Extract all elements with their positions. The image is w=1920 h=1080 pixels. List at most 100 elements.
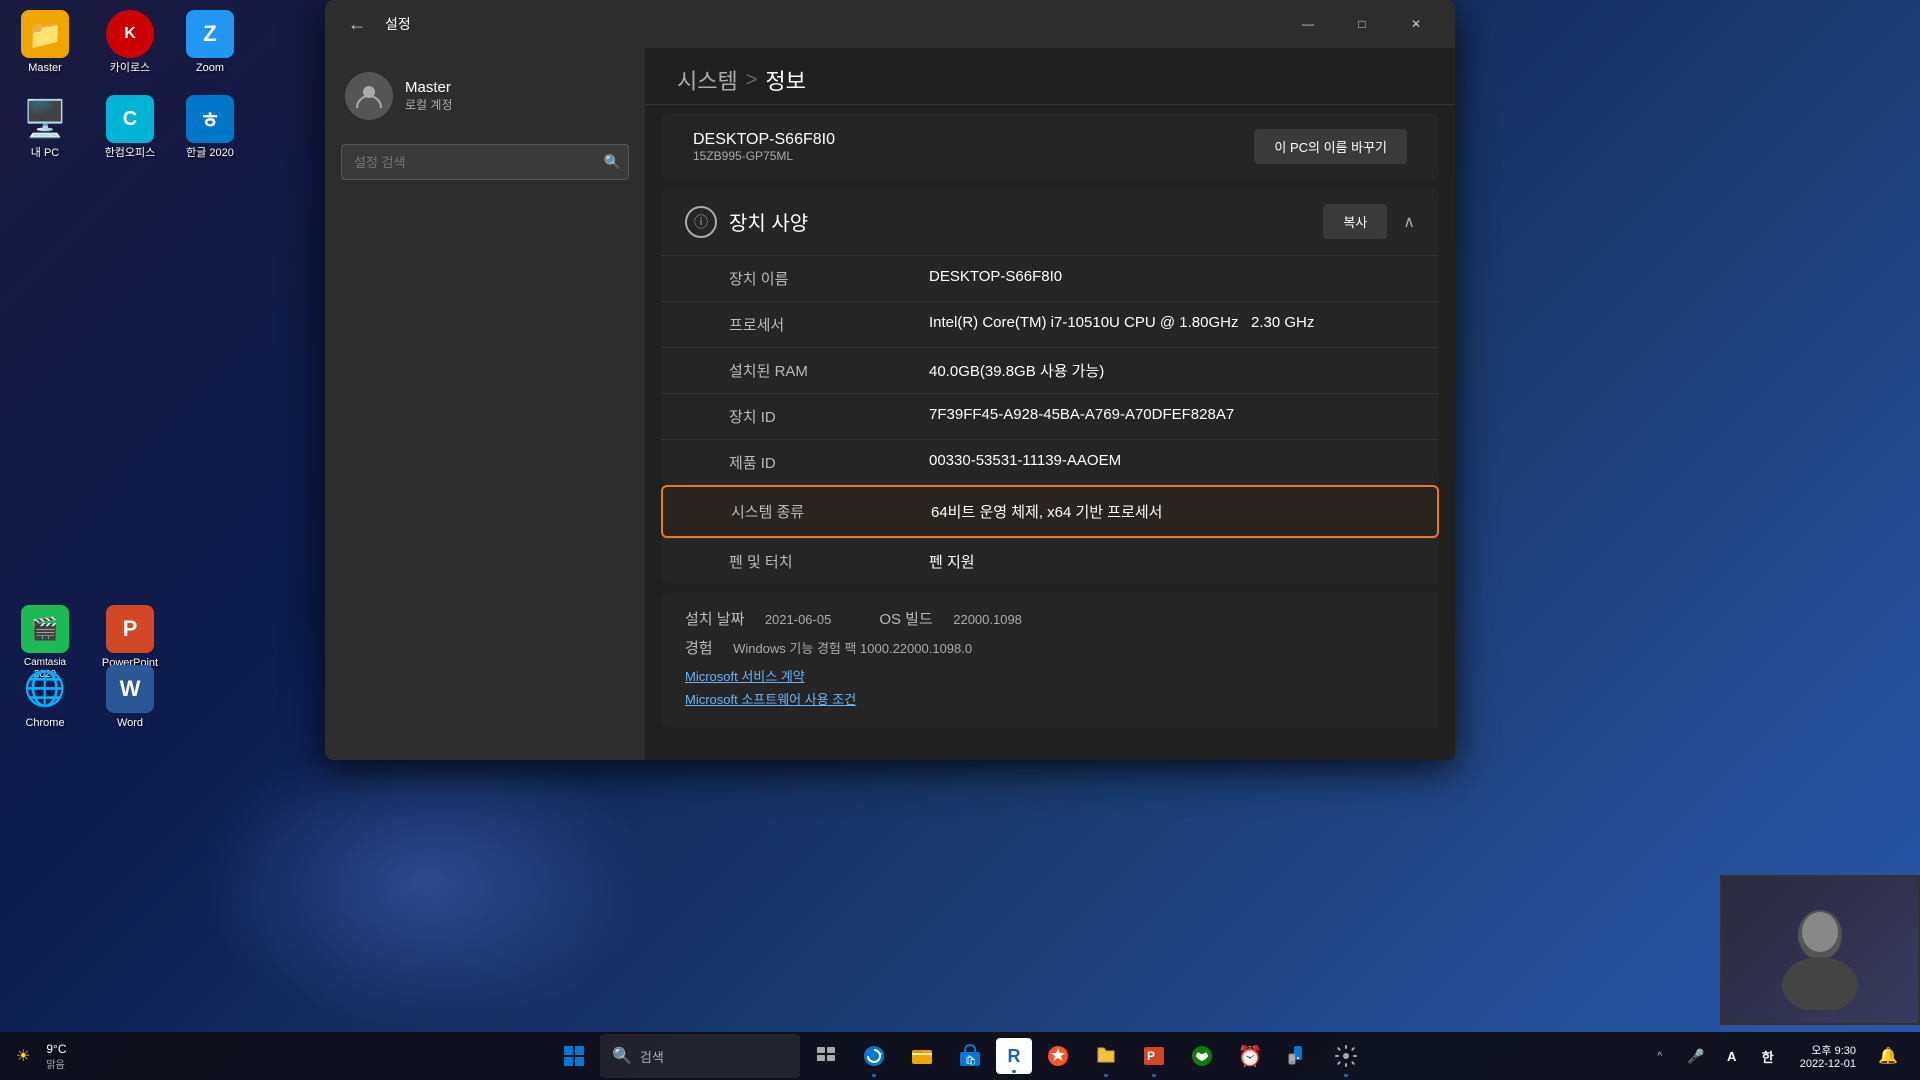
tray-korean-icon[interactable]: 한 — [1752, 1040, 1784, 1072]
spec-row-device-id: 장치 ID 7F39FF45-A928-45BA-A769-A70DFEF828… — [661, 393, 1439, 439]
desktop-icon-kairos[interactable]: K 카이로스 — [90, 5, 170, 80]
taskbar-app-edge[interactable] — [852, 1034, 896, 1078]
taskbar-app-ppt[interactable]: P — [1132, 1034, 1176, 1078]
spec-row-processor: 프로세서 Intel(R) Core(TM) i7-10510U CPU @ 1… — [661, 301, 1439, 347]
desktop-icon-word[interactable]: W Word — [90, 660, 170, 735]
search-icon[interactable]: 🔍 — [604, 154, 621, 171]
taskbar-app-xbox[interactable] — [1180, 1034, 1224, 1078]
breadcrumb: 시스템 > 정보 — [677, 64, 806, 96]
spec-label-pen-touch: 펜 및 터치 — [729, 551, 929, 572]
taskbar-search-button[interactable]: 🔍 검색 — [600, 1034, 800, 1078]
desktop-icon-master[interactable]: 📁 Master — [5, 5, 85, 80]
spec-label-device-name: 장치 이름 — [729, 268, 929, 289]
spec-row-product-id: 제품 ID 00330-53531-11139-AAOEM — [661, 439, 1439, 485]
taskbar-search-label: 검색 — [640, 1047, 664, 1066]
clock-time: 오후 9:30 — [1811, 1042, 1856, 1058]
experience-label: 경험 — [685, 640, 713, 657]
desktop-icon-label-hangul: 한글 2020 — [186, 147, 234, 160]
specs-actions: 복사 ∧ — [1323, 204, 1415, 239]
desktop-icon-zoom[interactable]: Z Zoom — [170, 5, 250, 80]
tray-mic-icon[interactable]: 🎤 — [1680, 1040, 1712, 1072]
taskbar-app-settings[interactable] — [1324, 1034, 1368, 1078]
search-input[interactable] — [341, 144, 629, 180]
pc-name-info: DESKTOP-S66F8I0 15ZB995-GP75ML — [693, 131, 835, 163]
chevron-up-icon: ∧ — [1403, 212, 1415, 232]
spec-label-device-id: 장치 ID — [729, 406, 929, 427]
taskbar-app-files[interactable] — [1084, 1034, 1128, 1078]
main-area: 시스템 > 정보 DESKTOP-S66F8I0 15ZB995-GP75ML … — [645, 48, 1455, 760]
specs-section: ⓘ 장치 사양 복사 ∧ 장치 이름 DESKTOP-S66F8I0 프로세서 … — [661, 188, 1439, 485]
taskbar: ☀ 9°C 맑음 🔍 검색 — [0, 1032, 1920, 1080]
specs-header[interactable]: ⓘ 장치 사양 복사 ∧ — [661, 188, 1439, 255]
system-type-highlight: 시스템 종류 64비트 운영 체제, x64 기반 프로세서 — [661, 485, 1439, 538]
desktop-icon-mypc[interactable]: 🖥️ 내 PC — [5, 90, 85, 165]
window-controls: — □ ✕ — [1285, 8, 1439, 40]
tray-chevron[interactable]: ^ — [1644, 1040, 1676, 1072]
install-date-value: 2021-06-05 — [765, 612, 832, 627]
os-build-value: 22000.1098 — [953, 612, 1022, 627]
install-date-label: 설치 날짜 — [685, 611, 744, 628]
weather-icon: ☀ — [16, 1046, 30, 1066]
start-button[interactable] — [552, 1034, 596, 1078]
specs-title: 장치 사양 — [729, 207, 808, 236]
desktop-icon-chrome[interactable]: 🌐 Chrome — [5, 660, 85, 735]
system-clock[interactable]: 오후 9:30 2022-12-01 — [1792, 1038, 1864, 1074]
back-button[interactable]: ← — [341, 8, 373, 40]
page-header: 시스템 > 정보 — [645, 48, 1455, 105]
search-box: 🔍 — [341, 144, 629, 180]
maximize-button[interactable]: □ — [1339, 8, 1385, 40]
taskbar-app-store[interactable]: 🛍 — [948, 1034, 992, 1078]
install-date-item: 설치 날짜 2021-06-05 — [685, 608, 831, 629]
spec-value-pen-touch: 펜 지원 — [929, 551, 1415, 572]
experience-row: 경험 Windows 기능 경험 팩 1000.22000.1098.0 — [685, 637, 1415, 658]
desktop-icon-label-master: Master — [28, 62, 62, 75]
webcam-feed — [1722, 877, 1918, 1023]
settings-content: Master 로컬 계정 🔍 시스템 > 정보 — [325, 48, 1455, 760]
ms-software-link[interactable]: Microsoft 소프트웨어 사용 조건 — [685, 689, 1415, 708]
tray-keyboard-icon[interactable]: A — [1716, 1040, 1748, 1072]
spec-label-ram: 설치된 RAM — [729, 360, 929, 381]
spec-value-product-id: 00330-53531-11139-AAOEM — [929, 452, 1415, 473]
specs-info-icon: ⓘ — [685, 206, 717, 238]
svg-text:P: P — [1147, 1049, 1155, 1063]
weather-widget: ☀ — [16, 1046, 30, 1066]
spec-row-pen-touch: 펜 및 터치 펜 지원 — [661, 538, 1439, 584]
desktop-icon-label-kairos: 카이로스 — [110, 62, 150, 75]
specs-section-bottom: 펜 및 터치 펜 지원 — [661, 538, 1439, 584]
usertype: 로컬 계정 — [405, 96, 453, 113]
ms-service-link[interactable]: Microsoft 서비스 계약 — [685, 666, 1415, 685]
taskbar-right: ^ 🎤 A 한 오후 9:30 2022-12-01 🔔 — [1644, 1038, 1904, 1074]
spec-row-system-type: 시스템 종류 64비트 운영 체제, x64 기반 프로세서 — [663, 487, 1437, 536]
windows-info-grid: 설치 날짜 2021-06-05 OS 빌드 22000.1098 — [685, 608, 1415, 629]
avatar — [345, 72, 393, 120]
desktop-icon-label-hancom: 한컴오피스 — [105, 147, 156, 160]
taskbar-app-r[interactable]: R — [996, 1038, 1032, 1074]
spec-value-device-id: 7F39FF45-A928-45BA-A769-A70DFEF828A7 — [929, 406, 1415, 427]
rename-pc-button[interactable]: 이 PC의 이름 바꾸기 — [1254, 129, 1407, 164]
desktop-icon-label-mypc: 내 PC — [31, 147, 59, 160]
pc-name: DESKTOP-S66F8I0 — [693, 131, 835, 149]
minimize-button[interactable]: — — [1285, 8, 1331, 40]
desktop-icon-label-word: Word — [117, 717, 143, 730]
desktop-icon-grid: 📁 Master K 카이로스 Z Zoom 🖥️ 내 PC C 한컴오피스 ㅎ… — [0, 0, 320, 760]
desktop-icon-hangul[interactable]: ㅎ 한글 2020 — [170, 90, 250, 165]
breadcrumb-parent[interactable]: 시스템 — [677, 64, 738, 96]
spec-value-system-type: 64비트 운영 체제, x64 기반 프로세서 — [931, 501, 1413, 522]
taskbar-app-explorer[interactable] — [900, 1034, 944, 1078]
taskbar-app-alarm[interactable]: ⏰ — [1228, 1034, 1272, 1078]
taskbar-app-brave[interactable] — [1036, 1034, 1080, 1078]
copy-specs-button[interactable]: 복사 — [1323, 204, 1387, 239]
spec-row-ram: 설치된 RAM 40.0GB(39.8GB 사용 가능) — [661, 347, 1439, 393]
spec-label-system-type: 시스템 종류 — [731, 501, 931, 522]
settings-sidebar: Master 로컬 계정 🔍 — [325, 48, 645, 760]
user-profile[interactable]: Master 로컬 계정 — [325, 56, 645, 136]
task-view-button[interactable] — [804, 1034, 848, 1078]
title-bar: ← 설정 — □ ✕ — [325, 0, 1455, 48]
notification-icon[interactable]: 🔔 — [1872, 1040, 1904, 1072]
close-button[interactable]: ✕ — [1393, 8, 1439, 40]
desktop-icon-hancom[interactable]: C 한컴오피스 — [90, 90, 170, 165]
taskbar-app-phone[interactable] — [1276, 1034, 1320, 1078]
spec-label-product-id: 제품 ID — [729, 452, 929, 473]
sys-tray: ^ 🎤 A 한 — [1644, 1040, 1784, 1072]
weather-temp: 9°C — [46, 1042, 66, 1056]
